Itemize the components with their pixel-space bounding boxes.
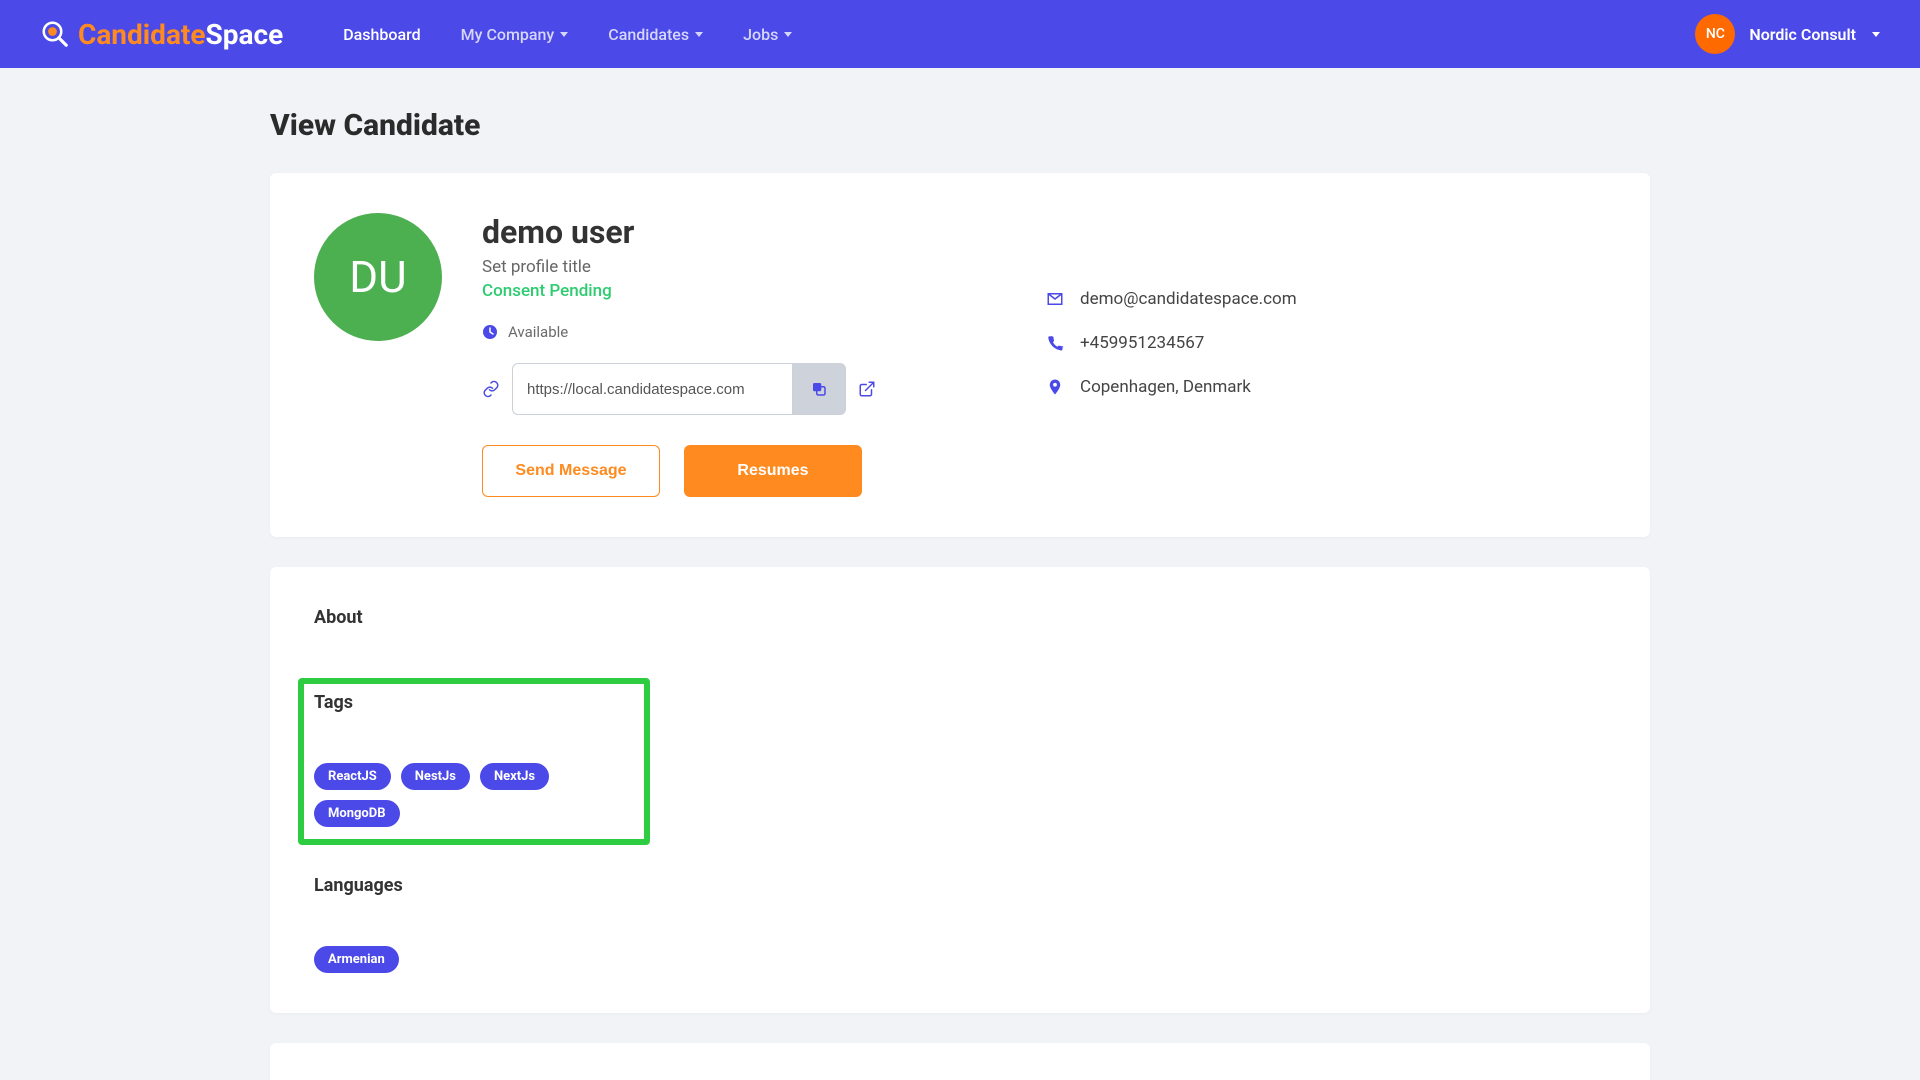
open-external-button[interactable] <box>858 380 876 398</box>
profile-card: DU demo user Set profile title Consent P… <box>270 173 1650 537</box>
chevron-down-icon <box>695 32 703 37</box>
nav-jobs-label: Jobs <box>743 25 778 44</box>
chevron-down-icon <box>784 32 792 37</box>
tags-section: Tags ReactJS NestJs NextJs MongoDB <box>298 678 650 845</box>
logo-text-2: Space <box>206 18 284 51</box>
top-nav: CandidateSpace Dashboard My Company Cand… <box>0 0 1920 68</box>
copy-url-button[interactable] <box>792 363 846 415</box>
nav-candidates[interactable]: Candidates <box>608 25 703 44</box>
user-menu[interactable]: NC Nordic Consult <box>1695 14 1880 54</box>
nav-my-company[interactable]: My Company <box>461 25 569 44</box>
tag-pill[interactable]: NextJs <box>480 763 549 790</box>
logo[interactable]: CandidateSpace <box>40 18 283 51</box>
chevron-down-icon <box>560 32 568 37</box>
resumes-button[interactable]: Resumes <box>684 445 862 497</box>
candidate-email: demo@candidatespace.com <box>1080 289 1297 309</box>
nav-candidates-label: Candidates <box>608 25 689 44</box>
availability-text: Available <box>508 323 568 341</box>
nav-my-company-label: My Company <box>461 25 555 44</box>
tags-heading: Tags <box>314 692 634 713</box>
languages-heading: Languages <box>314 875 1606 896</box>
logo-text-1: Candidate <box>78 18 206 51</box>
notes-card: Notes (0 ) <box>270 1043 1650 1080</box>
candidate-name: demo user <box>482 213 1006 251</box>
logo-icon <box>40 19 70 49</box>
phone-icon <box>1046 334 1064 352</box>
chevron-down-icon <box>1872 32 1880 37</box>
copy-icon <box>810 380 828 398</box>
page-title: View Candidate <box>270 108 1650 143</box>
nav-menu: Dashboard My Company Candidates Jobs <box>343 25 1695 44</box>
tag-pill[interactable]: MongoDB <box>314 800 400 827</box>
about-heading: About <box>314 607 1606 628</box>
profile-url-input[interactable] <box>512 363 792 415</box>
language-pill[interactable]: Armenian <box>314 946 399 973</box>
candidate-title: Set profile title <box>482 257 1006 277</box>
link-icon <box>482 380 500 398</box>
external-link-icon <box>858 380 876 398</box>
user-avatar: NC <box>1695 14 1735 54</box>
tag-pill[interactable]: ReactJS <box>314 763 391 790</box>
candidate-phone: +459951234567 <box>1080 333 1204 353</box>
user-name: Nordic Consult <box>1749 25 1856 44</box>
location-icon <box>1046 378 1064 396</box>
send-message-button[interactable]: Send Message <box>482 445 660 497</box>
nav-jobs[interactable]: Jobs <box>743 25 792 44</box>
tag-pill[interactable]: NestJs <box>401 763 470 790</box>
candidate-location: Copenhagen, Denmark <box>1080 377 1251 397</box>
candidate-avatar: DU <box>314 213 442 341</box>
about-card: About Tags ReactJS NestJs NextJs MongoDB La… <box>270 567 1650 1013</box>
nav-dashboard[interactable]: Dashboard <box>343 25 420 44</box>
email-icon <box>1046 290 1064 308</box>
consent-status: Consent Pending <box>482 281 1006 301</box>
clock-icon <box>482 324 498 340</box>
